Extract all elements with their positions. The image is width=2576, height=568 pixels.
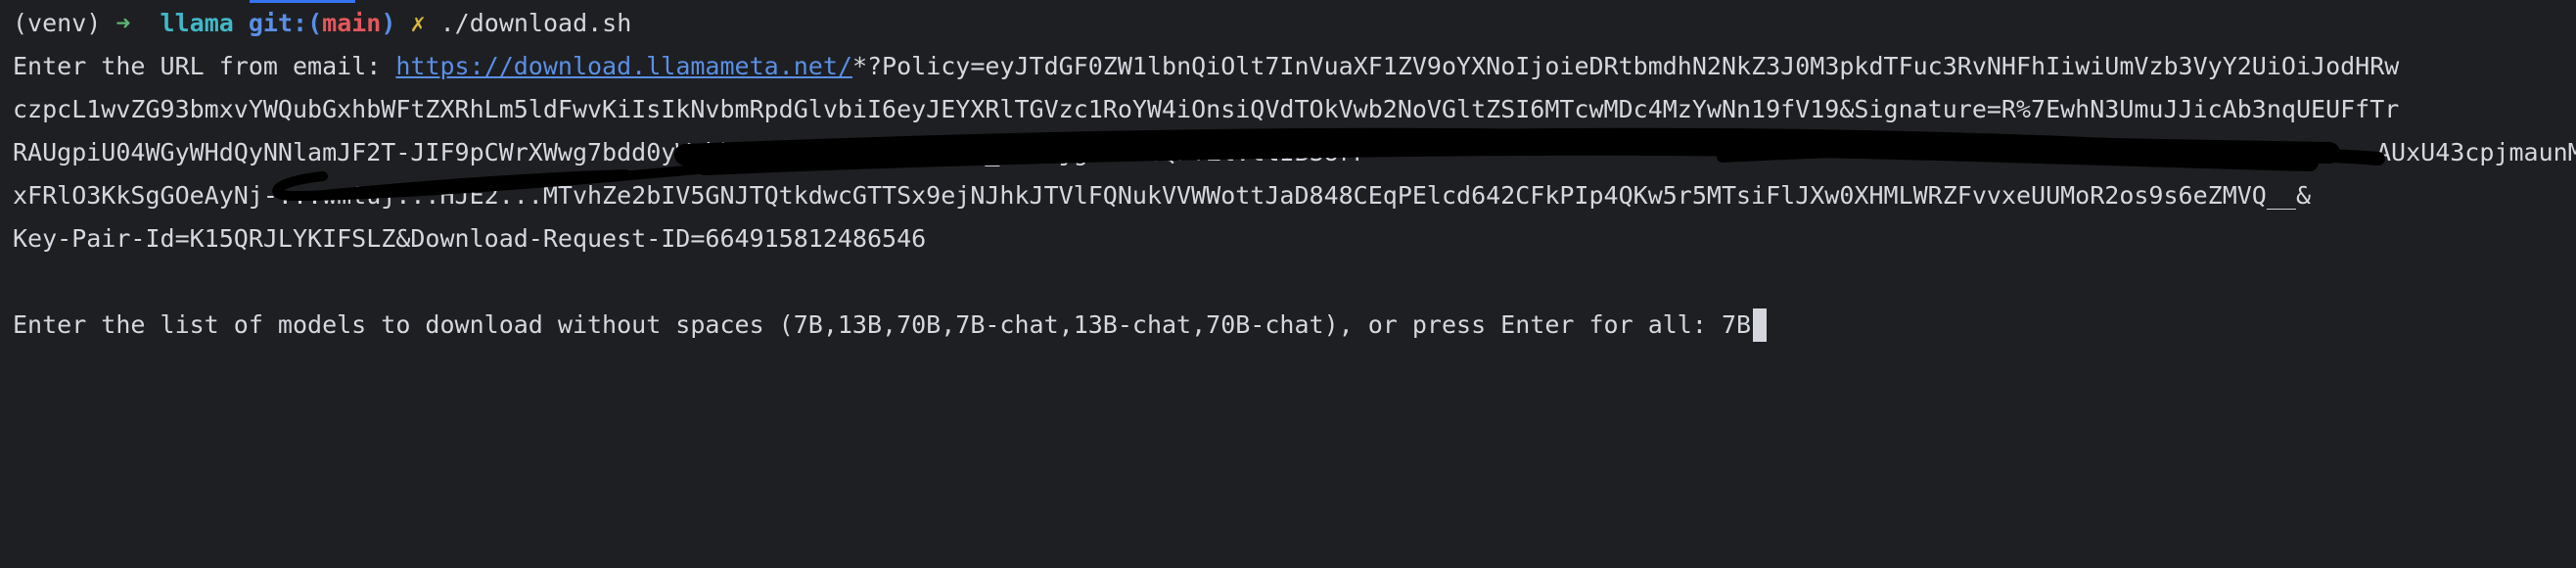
shell-prompt-line: (venv) ➜ llama git:(main) ✗ ./download.s… <box>13 6 631 41</box>
scribble-redaction-icon <box>272 127 2385 201</box>
url-query-line-3: RAUgpiU04WGyWHdQyNNlamJF2T-JIF9pCWrXWwg7… <box>13 135 1368 170</box>
models-prompt-label: Enter the list of models to download wit… <box>13 310 1722 339</box>
url-query-line-5: Key-Pair-Id=K15QRJLYKIFSLZ&Download-Requ… <box>13 221 926 257</box>
url-query-line-4: xFRlO3KkSgGOeAyNj-...wmtuj...HJE2...MTvh… <box>13 178 2311 213</box>
url-query-line-2: czpcL1wvZG93bmxvYWQubGxhbWFtZXRhLm5ldFwv… <box>13 92 2399 127</box>
git-dirty-icon: ✗ <box>410 9 426 37</box>
current-directory: llama <box>160 9 234 37</box>
models-prompt-line[interactable]: Enter the list of models to download wit… <box>13 308 1768 343</box>
url-query-part-4: xFRlO3KkSgGOeAyNj-...wmtuj...HJE2...MTvh… <box>13 181 2311 210</box>
git-label-close: ) <box>381 9 396 37</box>
git-branch: main <box>322 9 382 37</box>
url-query-part-5: Key-Pair-Id=K15QRJLYKIFSLZ&Download-Requ… <box>13 224 927 253</box>
url-query-part-4-tail: AUxU43cpjmaunM <box>2376 135 2576 170</box>
tab-active-indicator <box>250 0 355 3</box>
url-query-part-1: *?Policy=eyJTdGF0ZW1lbnQiOlt7InVuaXF1ZV9… <box>851 52 2400 80</box>
models-input-value[interactable]: 7B <box>1722 310 1751 339</box>
url-query-part-3: RAUgpiU04WGyWHdQyNNlamJF2T-JIF9pCWrXWwg7… <box>13 138 1368 166</box>
redaction-stroke <box>1717 142 2247 163</box>
venv-indicator: (venv) <box>13 9 102 37</box>
prompt-arrow-icon: ➜ <box>115 9 131 37</box>
terminal-cursor <box>1753 308 1768 342</box>
url-query-tail-text: AUxU43cpjmaunM <box>2376 138 2576 166</box>
url-prompt-line: Enter the URL from email: https://downlo… <box>13 49 2399 84</box>
shell-command: ./download.sh <box>439 9 632 37</box>
git-label: git:( <box>248 9 323 37</box>
url-prompt-label: Enter the URL from email: <box>13 52 396 80</box>
terminal-window[interactable]: (venv) ➜ llama git:(main) ✗ ./download.s… <box>0 0 2576 568</box>
download-url-link[interactable]: https://download.llamameta.net/ <box>395 52 852 80</box>
url-query-part-2: czpcL1wvZG93bmxvYWQubGxhbWFtZXRhLm5ldFwv… <box>13 95 2400 123</box>
redaction-stroke <box>1403 127 2385 166</box>
